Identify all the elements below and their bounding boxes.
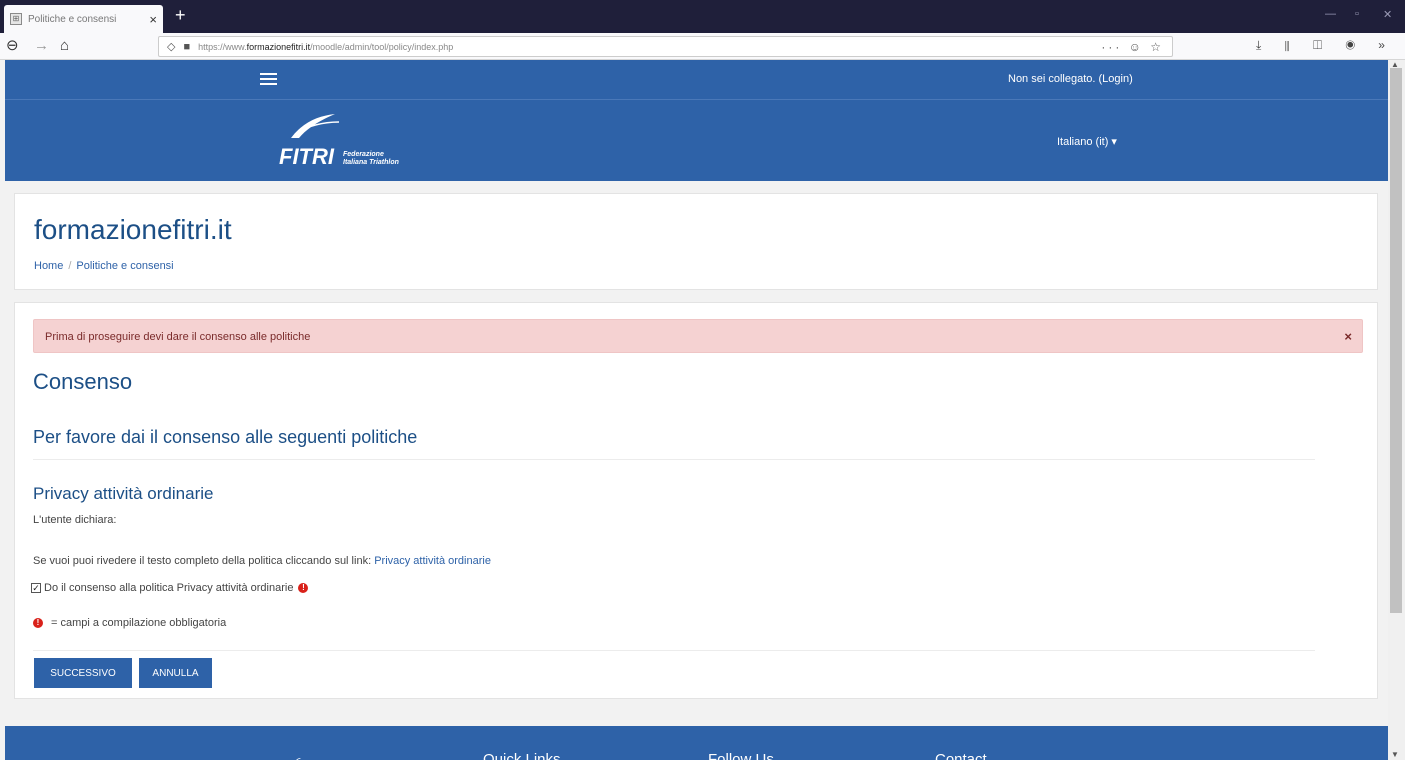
scroll-thumb[interactable] — [1390, 68, 1402, 613]
page-header: formazionefitri.it Home / Politiche e cons… — [14, 193, 1378, 290]
svg-text:FITRI: FITRI — [279, 144, 335, 169]
footer-follow-us: Follow Us — [708, 751, 774, 760]
page-scrollbar[interactable]: ▲ ▼ — [1388, 60, 1405, 760]
policy-intro: L'utente dichiara: — [33, 514, 117, 526]
consent-form-card: Prima di proseguire devi dare il consens… — [14, 302, 1378, 699]
page-title: formazionefitri.it — [34, 214, 232, 245]
divider — [33, 459, 1315, 460]
minimize-icon[interactable]: — — [1325, 8, 1336, 20]
policy-link[interactable]: Privacy attività ordinarie — [374, 555, 491, 567]
svg-text:Federazione: Federazione — [343, 151, 384, 158]
consent-checkbox-row[interactable]: ✓ Do il consenso alla politica Privacy a… — [31, 582, 309, 594]
required-legend: ! = campi a compilazione obbligatoria — [33, 617, 226, 629]
browser-tab[interactable]: ⊞ Politiche e consensi × — [4, 5, 163, 33]
footer-logo-icon: ◜ — [295, 754, 300, 760]
policy-title: Privacy attività ordinarie — [33, 484, 214, 503]
required-note: = campi a compilazione obbligatoria — [51, 617, 227, 629]
policy-review-text: Se vuoi puoi rivedere il testo completo … — [33, 555, 491, 567]
consent-alert: Prima di proseguire devi dare il consens… — [33, 319, 1363, 353]
page-actions-icon[interactable]: ··· ☺ ☆ — [1101, 40, 1164, 54]
svg-text:Italiana Triathlon: Italiana Triathlon — [343, 159, 399, 166]
browser-navbar: ⊖ → ⌂ ◇ ■ https://www.formazionefitri.it… — [0, 33, 1405, 60]
toolbar-icons[interactable]: ⤓ ⫴ ◫ ◉ » ≡ — [1256, 38, 1405, 53]
tab-title: Politiche e consensi — [28, 13, 117, 25]
lock-icon: ■ — [183, 40, 191, 53]
page-footer: ◜ Quick Links Follow Us Contact — [5, 726, 1388, 760]
footer-contact: Contact — [935, 751, 987, 760]
home-icon[interactable]: ⌂ — [60, 37, 69, 55]
page-viewport: Non sei collegato. (Login) FITRI Federaz… — [0, 60, 1388, 760]
alert-text: Prima di proseguire devi dare il consens… — [45, 331, 311, 343]
alert-close-icon[interactable]: × — [1344, 329, 1352, 344]
required-icon: ! — [33, 618, 43, 628]
consent-checkbox[interactable]: ✓ — [31, 583, 41, 593]
new-tab-button[interactable]: + — [175, 6, 186, 24]
consent-heading: Consenso — [33, 369, 133, 394]
forward-icon[interactable]: → — [34, 37, 49, 55]
url-text: https://www.formazionefitri.it/moodle/ad… — [198, 41, 454, 52]
shield-icon: ◇ — [167, 41, 176, 53]
url-bar[interactable]: ◇ ■ https://www.formazionefitri.it/moodl… — [158, 36, 1173, 57]
maximize-icon[interactable]: ▫ — [1355, 8, 1359, 20]
breadcrumb-current[interactable]: Politiche e consensi — [76, 260, 173, 272]
favicon-icon: ⊞ — [10, 13, 22, 25]
fitri-logo[interactable]: FITRI Federazione Italiana Triathlon — [273, 110, 453, 170]
breadcrumb-home[interactable]: Home — [34, 260, 63, 272]
breadcrumb-separator: / — [68, 260, 72, 272]
close-window-icon[interactable]: ✕ — [1383, 8, 1392, 21]
footer-quick-links: Quick Links — [483, 751, 561, 760]
breadcrumb: Home / Politiche e consensi — [34, 260, 174, 272]
scroll-down-icon[interactable]: ▼ — [1391, 750, 1399, 759]
brand-header: FITRI Federazione Italiana Triathlon Ita… — [5, 100, 1388, 181]
back-icon[interactable]: ⊖ — [6, 37, 19, 55]
consent-label[interactable]: Do il consenso alla politica Privacy att… — [44, 582, 293, 594]
menu-icon[interactable] — [260, 73, 277, 88]
next-button[interactable]: SUCCESSIVO — [34, 658, 132, 688]
browser-titlebar: ⊞ Politiche e consensi × + — ▫ ✕ — [0, 0, 1405, 33]
cancel-button[interactable]: ANNULLA — [139, 658, 212, 688]
login-link[interactable]: Non sei collegato. (Login) — [1008, 73, 1133, 85]
language-selector[interactable]: Italiano (it) ▾ — [1057, 135, 1117, 148]
consent-subheading: Per favore dai il consenso alle seguenti… — [33, 427, 418, 447]
required-icon: ! — [298, 583, 309, 593]
divider — [33, 650, 1315, 651]
top-navbar: Non sei collegato. (Login) — [5, 60, 1388, 100]
tab-close-icon[interactable]: × — [149, 12, 157, 27]
